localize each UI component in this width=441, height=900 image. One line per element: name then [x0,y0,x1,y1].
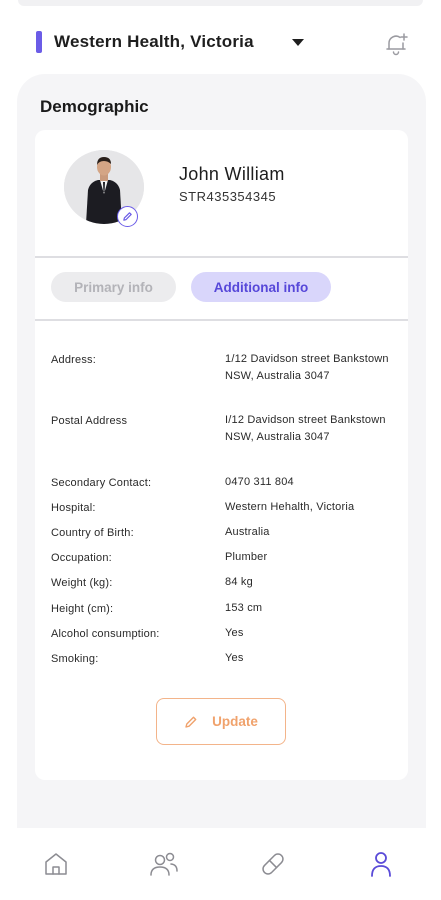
nav-users-icon[interactable] [148,848,180,880]
postal-address-value: I/12 Davidson street Bankstown NSW, Aust… [225,414,386,443]
hospital-label: Hospital: [51,502,96,514]
height-label: Height (cm): [51,603,114,615]
profile-card [35,130,408,780]
secondary-contact-value: 0470 311 804 [225,476,294,488]
country-of-birth-value: Australia [225,526,270,538]
tab-primary-info[interactable]: Primary info [51,272,176,302]
patient-id: STR435354345 [179,189,277,204]
occupation-label: Occupation: [51,552,112,564]
section-title: Demographic [40,97,149,116]
weight-label: Weight (kg): [51,577,113,589]
tab-additional-info[interactable]: Additional info [191,272,331,302]
weight-value: 84 kg [225,576,253,588]
top-strip [18,0,423,6]
postal-address-label: Postal Address [51,415,128,427]
occupation-value: Plumber [225,551,268,563]
secondary-contact-label: Secondary Contact: [51,477,152,489]
address-label: Address: [51,354,97,366]
divider [35,256,408,258]
update-button-label: Update [212,714,258,729]
address-value: 1/12 Davidson street Bankstown NSW, Aust… [225,353,389,382]
height-value: 153 cm [225,602,263,614]
smoking-value: Yes [225,652,244,664]
alcohol-consumption-label: Alcohol consumption: [51,628,160,640]
update-button[interactable]: Update [156,698,286,745]
location-selector[interactable]: Western Health, Victoria [54,32,254,52]
smoking-label: Smoking: [51,653,99,665]
nav-profile-icon[interactable] [365,848,397,880]
header: Western Health, Victoria [0,22,441,64]
nav-home-icon[interactable] [40,848,72,880]
alcohol-consumption-value: Yes [225,627,244,639]
chevron-down-icon[interactable] [292,39,304,46]
bell-plus-icon[interactable] [382,30,410,58]
divider [35,319,408,321]
nav-pill-icon[interactable] [257,848,289,880]
bottom-nav [0,828,441,900]
hospital-value: Western Hehalth, Victoria [225,501,355,513]
location-accent-bar [36,31,42,53]
country-of-birth-label: Country of Birth: [51,527,134,539]
pencil-icon [123,212,132,221]
patient-name: John William [179,164,285,184]
pencil-icon [185,716,197,728]
edit-avatar-button[interactable] [117,206,138,227]
